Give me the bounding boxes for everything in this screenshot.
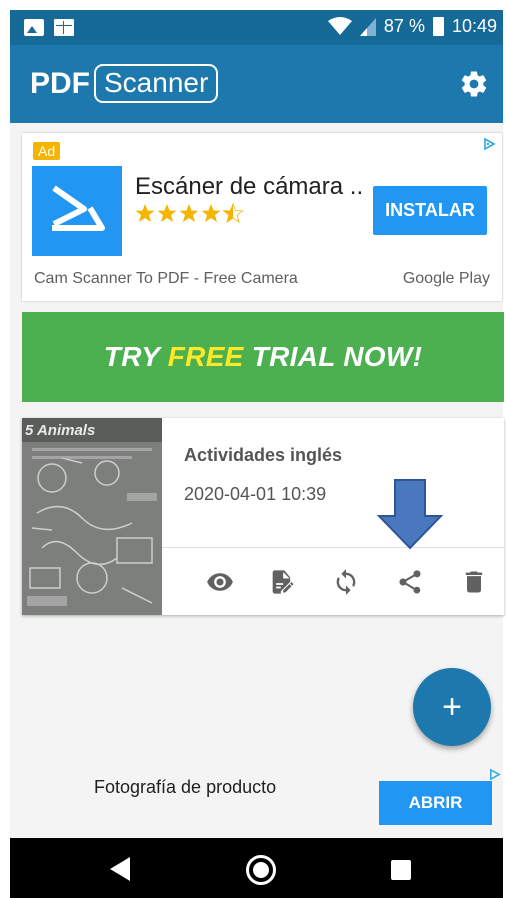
notification-icons (24, 19, 74, 36)
share-icon[interactable] (396, 568, 424, 596)
edit-icon[interactable] (268, 568, 296, 596)
adchoices-icon[interactable] (488, 768, 501, 781)
trial-text-before: TRY (103, 341, 168, 372)
document-title[interactable]: Actividades inglés (184, 445, 342, 466)
ad-badge: Ad (33, 142, 61, 160)
ad-subtitle: Cam Scanner To PDF - Free Camera (34, 270, 298, 287)
calendar-notification-icon (54, 19, 74, 36)
status-bar: 87 % 10:49 (10, 10, 503, 45)
bottom-ad-text[interactable]: Fotografía de producto (94, 777, 276, 798)
sync-icon[interactable] (332, 568, 360, 596)
back-icon[interactable] (110, 857, 130, 881)
document-thumbnail[interactable]: 5 Animals (22, 418, 162, 615)
status-indicators: 87 % 10:49 (327, 16, 497, 37)
ad-store: Google Play (402, 270, 490, 287)
ad-app-icon[interactable] (32, 166, 122, 256)
navigation-bar (10, 838, 503, 898)
home-icon[interactable] (246, 855, 276, 885)
add-document-button[interactable]: + (413, 668, 491, 746)
trial-text: TRY FREE TRIAL NOW! (104, 341, 422, 373)
app-logo: PDF Scanner (30, 64, 219, 103)
adchoices-icon[interactable] (482, 137, 496, 151)
logo-scanner: Scanner (94, 64, 219, 103)
recents-icon[interactable] (391, 860, 411, 880)
app-bar: PDF Scanner (10, 45, 503, 123)
ad-title[interactable]: Escáner de cámara .. (135, 173, 363, 201)
delete-icon[interactable] (460, 568, 488, 596)
image-notification-icon (24, 19, 44, 36)
view-icon[interactable] (206, 568, 234, 596)
signal-icon (359, 17, 376, 36)
clock: 10:49 (451, 16, 497, 36)
ad-rating (135, 203, 247, 225)
star-rating-icon (135, 203, 244, 223)
battery-icon (432, 17, 444, 36)
arrow-down-icon (376, 479, 444, 550)
trial-text-highlight: FREE (167, 341, 244, 372)
battery-percent: 87 % (383, 16, 425, 36)
ad-card[interactable]: Ad Escáner de cámara .. INSTALAR Cam Sca… (22, 133, 502, 301)
document-date: 2020-04-01 10:39 (184, 484, 327, 504)
gear-icon[interactable] (459, 69, 489, 99)
free-trial-banner[interactable]: TRY FREE TRIAL NOW! (22, 312, 504, 402)
logo-pdf: PDF (30, 66, 90, 100)
open-button[interactable]: ABRIR (379, 781, 492, 825)
wifi-icon (327, 17, 352, 35)
document-actions (162, 548, 504, 615)
thumbnail-title: 5 Animals (25, 422, 95, 439)
trial-text-after: TRIAL NOW! (243, 341, 423, 372)
install-button[interactable]: INSTALAR (373, 186, 487, 235)
